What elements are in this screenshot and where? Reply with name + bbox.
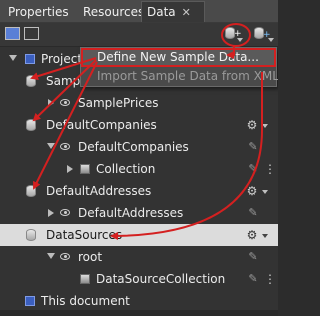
menu-item-label: Define New Sample Data... — [97, 50, 259, 64]
chevron-down-icon[interactable] — [262, 190, 268, 194]
tree-label: DataSources — [46, 228, 123, 242]
tab-resources-label: Resources — [83, 5, 145, 19]
collection-icon — [80, 274, 90, 284]
tree-label: This document — [41, 294, 130, 308]
tree-row-default-companies-child[interactable]: DefaultCompanies ✎ — [0, 136, 278, 158]
list-mode-icon[interactable] — [5, 27, 20, 40]
chevron-down-icon — [237, 38, 243, 42]
plus-icon: + — [234, 29, 242, 39]
toolbar: + + — [0, 23, 278, 47]
eye-icon — [60, 253, 70, 260]
more-icon[interactable]: ⋮ — [263, 272, 277, 286]
details-mode-icon[interactable] — [24, 27, 39, 40]
database-icon — [26, 229, 36, 241]
add-data-menu: Define New Sample Data... Import Sample … — [80, 47, 278, 87]
menu-item-define-new-sample-data[interactable]: Define New Sample Data... — [81, 48, 276, 67]
tree-label: root — [78, 250, 103, 264]
database-icon — [26, 119, 36, 131]
tab-bar: Properties Resources Data ✕ — [0, 0, 278, 23]
tree-label: SamplePrices — [78, 96, 159, 110]
menu-item-label: Import Sample Data from XML... — [97, 69, 278, 83]
chevron-down-icon — [268, 38, 274, 42]
expand-icon[interactable] — [48, 209, 54, 217]
eye-icon — [60, 143, 70, 150]
eye-icon — [60, 209, 70, 216]
tab-data-label: Data — [147, 5, 176, 19]
document-icon — [25, 296, 35, 306]
bottom-strip — [0, 310, 278, 316]
tree-label: DefaultCompanies — [46, 118, 157, 132]
tree-label: DataSourceCollection — [96, 272, 226, 286]
data-options-icon[interactable]: ⚙ — [245, 228, 259, 242]
edit-icon[interactable]: ✎ — [247, 141, 259, 153]
tree-row-data-source-collection[interactable]: DataSourceCollection ✎ ⋮ — [0, 268, 278, 290]
chevron-down-icon[interactable] — [262, 234, 268, 238]
expand-icon[interactable] — [48, 99, 54, 107]
add-sample-data-button[interactable]: + — [222, 26, 243, 42]
tab-properties-label: Properties — [8, 5, 69, 19]
chevron-down-icon[interactable] — [262, 124, 268, 128]
expand-icon[interactable] — [47, 143, 55, 149]
eye-icon — [60, 99, 70, 106]
tree-label: Collection — [96, 162, 156, 176]
edit-icon[interactable]: ✎ — [247, 207, 259, 219]
tab-data[interactable]: Data ✕ — [141, 1, 205, 22]
more-icon[interactable]: ⋮ — [263, 162, 277, 176]
tree-label: DefaultCompanies — [78, 140, 189, 154]
menu-item-import-sample-data[interactable]: Import Sample Data from XML... — [81, 67, 278, 86]
collection-icon — [80, 164, 90, 174]
expand-icon[interactable] — [47, 253, 55, 259]
edit-icon[interactable]: ✎ — [247, 163, 259, 175]
tree-row-collection[interactable]: Collection ✎ ⋮ — [0, 158, 278, 180]
tree-row-default-addresses-child[interactable]: DefaultAddresses ✎ — [0, 202, 278, 224]
tree-label: DefaultAddresses — [46, 184, 152, 198]
plus-icon: + — [263, 30, 271, 40]
database-icon — [26, 75, 36, 87]
close-icon[interactable]: ✕ — [182, 6, 191, 19]
tree-row-data-sources[interactable]: DataSources ⚙ — [0, 224, 278, 246]
tree-label: DefaultAddresses — [78, 206, 184, 220]
edit-icon[interactable]: ✎ — [247, 273, 259, 285]
tab-properties[interactable]: Properties — [3, 2, 74, 22]
tree-label: Sampl — [46, 74, 84, 88]
tree-row-root[interactable]: root ✎ — [0, 246, 278, 268]
data-options-icon[interactable]: ⚙ — [245, 184, 259, 198]
tree-row-this-document[interactable]: This document — [0, 290, 278, 312]
edit-icon[interactable]: ✎ — [247, 251, 259, 263]
data-options-icon[interactable]: ⚙ — [245, 118, 259, 132]
expand-icon[interactable] — [9, 55, 17, 61]
project-icon — [25, 54, 35, 64]
add-live-data-button[interactable]: + — [252, 26, 274, 42]
tab-resources[interactable]: Resources — [78, 2, 149, 22]
expand-icon[interactable] — [67, 165, 73, 173]
tree-row-sample-prices[interactable]: SamplePrices — [0, 92, 278, 114]
tree-label: Project — [41, 52, 83, 66]
tree-row-default-addresses[interactable]: DefaultAddresses ⚙ — [0, 180, 278, 202]
database-icon — [26, 185, 36, 197]
data-panel: Properties Resources Data ✕ + + Project S… — [0, 0, 278, 316]
tree-row-default-companies[interactable]: DefaultCompanies ⚙ — [0, 114, 278, 136]
